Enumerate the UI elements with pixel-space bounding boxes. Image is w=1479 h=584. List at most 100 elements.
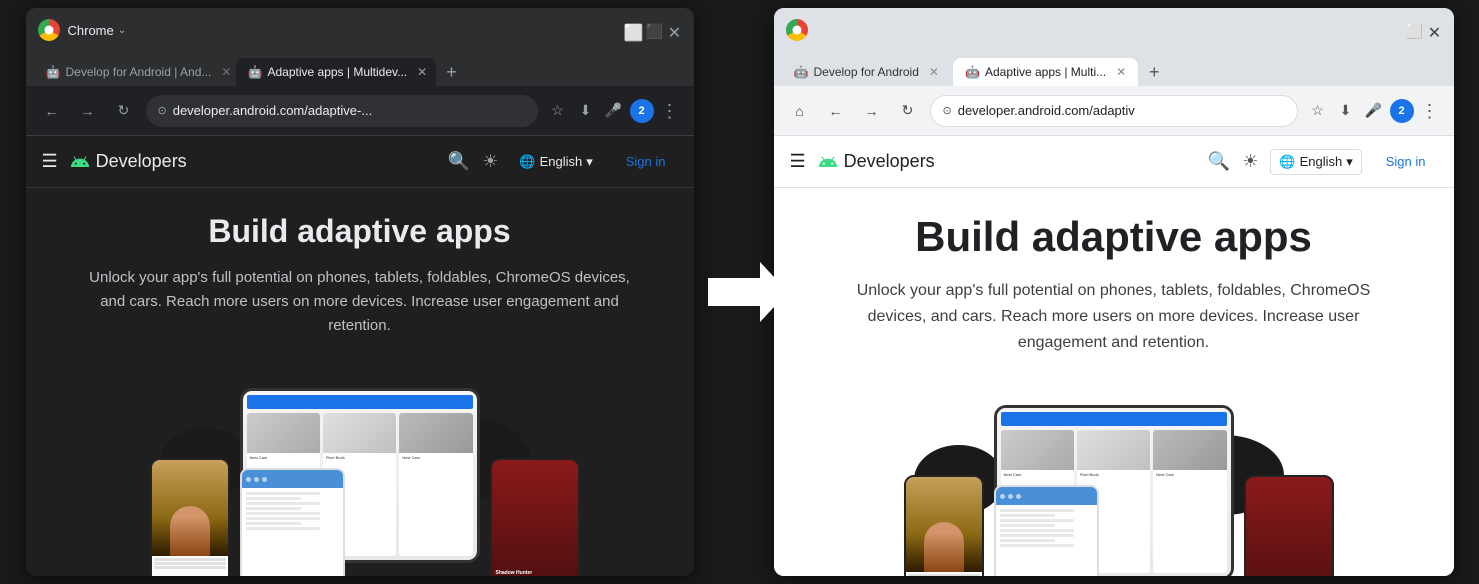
product-img-r1 — [1001, 430, 1074, 470]
globe-icon-right: 🌐 — [1279, 154, 1295, 170]
tab-develop-android-right[interactable]: 🤖 Develop for Android ✕ — [782, 58, 951, 86]
phone-video-content-right — [906, 477, 982, 572]
android-icon — [70, 152, 90, 172]
tab-close-icon[interactable]: ✕ — [221, 65, 231, 79]
lang-chevron-icon: ▾ — [586, 154, 593, 170]
title-bar-right: ⬜ ✕ — [774, 8, 1454, 52]
tab-adaptive-apps[interactable]: 🤖 Adaptive apps | Multidev... ✕ — [236, 58, 436, 86]
address-input-right[interactable]: ⊙ developer.android.com/adaptiv — [930, 95, 1298, 127]
chrome-logo-icon-right — [786, 19, 808, 41]
grid-item-3: Nest Cam — [399, 413, 472, 556]
tab-strip-left: 🤖 Develop for Android | And... ✕ 🤖 Adapt… — [26, 52, 694, 86]
sign-in-button[interactable]: Sign in — [614, 148, 678, 175]
doc-dot-r2 — [1008, 494, 1013, 499]
tab-favicon-android-right: 🤖 — [794, 65, 808, 79]
page-content-right: ☰ Developers 🔍 ☀ 🌐 English ▾ Sign in — [774, 136, 1454, 576]
hamburger-icon-right[interactable]: ☰ — [790, 151, 806, 172]
language-selector[interactable]: 🌐 English ▾ — [510, 149, 601, 175]
language-selector-right[interactable]: 🌐 English ▾ — [1270, 149, 1361, 175]
stream-title: Shadow Hunter — [496, 570, 574, 576]
minimize-button[interactable]: ⬜ — [624, 23, 638, 37]
phone-left-screen-right — [906, 477, 982, 576]
theme-toggle-icon[interactable]: ☀ — [482, 151, 498, 172]
product-text-r3: Nest Cam — [1153, 470, 1226, 479]
hero-section-right: Build adaptive apps Unlock your app's fu… — [774, 188, 1454, 391]
product-img-r3 — [1153, 430, 1226, 470]
doc-device-right — [994, 485, 1099, 576]
address-actions-right: ☆ ⬇ 🎤 2 ⋮ — [1306, 99, 1442, 123]
home-button-right[interactable]: ⌂ — [786, 97, 814, 125]
doc-dot-r1 — [1000, 494, 1005, 499]
back-button-right[interactable]: ← — [822, 97, 850, 125]
window-controls-right: ⬜ ✕ — [1406, 23, 1442, 37]
tab-close-icon-right-2[interactable]: ✕ — [1116, 65, 1126, 79]
product-text-2: Pixel Buds — [323, 453, 396, 462]
tab-close-icon-right[interactable]: ✕ — [929, 65, 939, 79]
phone-video-content — [152, 460, 228, 555]
tab-develop-android[interactable]: 🤖 Develop for Android | And... ✕ — [34, 58, 234, 86]
tab-adaptive-apps-right[interactable]: 🤖 Adaptive apps | Multi... ✕ — [953, 58, 1138, 86]
address-input[interactable]: ⊙ developer.android.com/adaptive-... — [146, 95, 538, 127]
forward-button-right[interactable]: → — [858, 97, 886, 125]
new-tab-button-right[interactable]: + — [1140, 58, 1168, 86]
download-icon-right[interactable]: ⬇ — [1334, 99, 1358, 123]
menu-button-right[interactable]: ⋮ — [1418, 99, 1442, 123]
doc-line-3 — [154, 566, 226, 569]
bookmark-icon-right[interactable]: ☆ — [1306, 99, 1330, 123]
product-text-3: Nest Cam — [399, 453, 472, 462]
search-icon[interactable]: 🔍 — [448, 151, 470, 172]
doc-device-body-right — [996, 505, 1097, 551]
close-button[interactable]: ✕ — [668, 23, 682, 37]
tablet-nav-bar-right — [1001, 412, 1227, 426]
phone-right-device: Shadow Hunter ▶ 2.4M views — [490, 458, 580, 576]
doc-line-h — [246, 527, 320, 530]
close-button-right[interactable]: ✕ — [1428, 23, 1442, 37]
lock-icon: ⊙ — [158, 104, 167, 117]
product-img-2 — [323, 413, 396, 453]
menu-button[interactable]: ⋮ — [658, 99, 682, 123]
hamburger-icon[interactable]: ☰ — [42, 151, 58, 172]
address-text-right: developer.android.com/adaptiv — [958, 103, 1285, 118]
doc-line-2 — [154, 562, 226, 565]
forward-button[interactable]: → — [74, 97, 102, 125]
site-header-right: ☰ Developers 🔍 ☀ 🌐 English ▾ Sign in — [774, 136, 1454, 188]
doc-line-d — [246, 507, 302, 510]
product-img-r2 — [1077, 430, 1150, 470]
tablet-nav-bar — [247, 395, 473, 409]
hero-desc-left: Unlock your app's full potential on phon… — [80, 266, 640, 338]
phone-right-device-right: Shadow Hunter ▶ 2.4M views — [1244, 475, 1334, 576]
page-content-left: ☰ Developers 🔍 ☀ 🌐 English ▾ Sign in — [26, 136, 694, 576]
doc-dot-3 — [262, 477, 267, 482]
download-icon[interactable]: ⬇ — [574, 99, 598, 123]
profile-avatar[interactable]: 2 — [630, 99, 654, 123]
mic-icon[interactable]: 🎤 — [602, 99, 626, 123]
mic-icon-right[interactable]: 🎤 — [1362, 99, 1386, 123]
profile-avatar-right[interactable]: 2 — [1390, 99, 1414, 123]
left-browser-window: Chrome ⌄ ⬜ ⬛ ✕ 🤖 Develop for Android | A… — [26, 8, 694, 576]
maximize-button[interactable]: ⬛ — [646, 23, 660, 37]
doc-device-body — [242, 488, 343, 534]
site-header-left: ☰ Developers 🔍 ☀ 🌐 English ▾ Sign in — [26, 136, 694, 188]
doc-dot-2 — [254, 477, 259, 482]
android-logo-right: Developers — [818, 151, 935, 172]
new-tab-button[interactable]: + — [438, 58, 466, 86]
sign-in-button-right[interactable]: Sign in — [1374, 148, 1438, 175]
hero-title-right: Build adaptive apps — [814, 212, 1414, 262]
android-logo: Developers — [70, 151, 187, 172]
address-text: developer.android.com/adaptive-... — [173, 103, 526, 118]
developers-label: Developers — [96, 151, 187, 172]
reload-button-right[interactable]: ↻ — [894, 97, 922, 125]
address-actions: ☆ ⬇ 🎤 2 ⋮ — [546, 99, 682, 123]
grid-item-r3: Nest Cam — [1153, 430, 1226, 573]
chevron-down-icon[interactable]: ⌄ — [118, 25, 126, 36]
search-icon-right[interactable]: 🔍 — [1208, 151, 1230, 172]
bookmark-icon[interactable]: ☆ — [546, 99, 570, 123]
back-button[interactable]: ← — [38, 97, 66, 125]
maximize-button-right[interactable]: ⬜ — [1406, 23, 1420, 37]
reload-button[interactable]: ↻ — [110, 97, 138, 125]
phone-stream-screen: Shadow Hunter ▶ 2.4M views — [492, 460, 578, 576]
video-person-right — [924, 522, 964, 572]
tab-close-icon-2[interactable]: ✕ — [417, 65, 427, 79]
android-icon-right — [818, 152, 838, 172]
theme-toggle-icon-right[interactable]: ☀ — [1242, 151, 1258, 172]
